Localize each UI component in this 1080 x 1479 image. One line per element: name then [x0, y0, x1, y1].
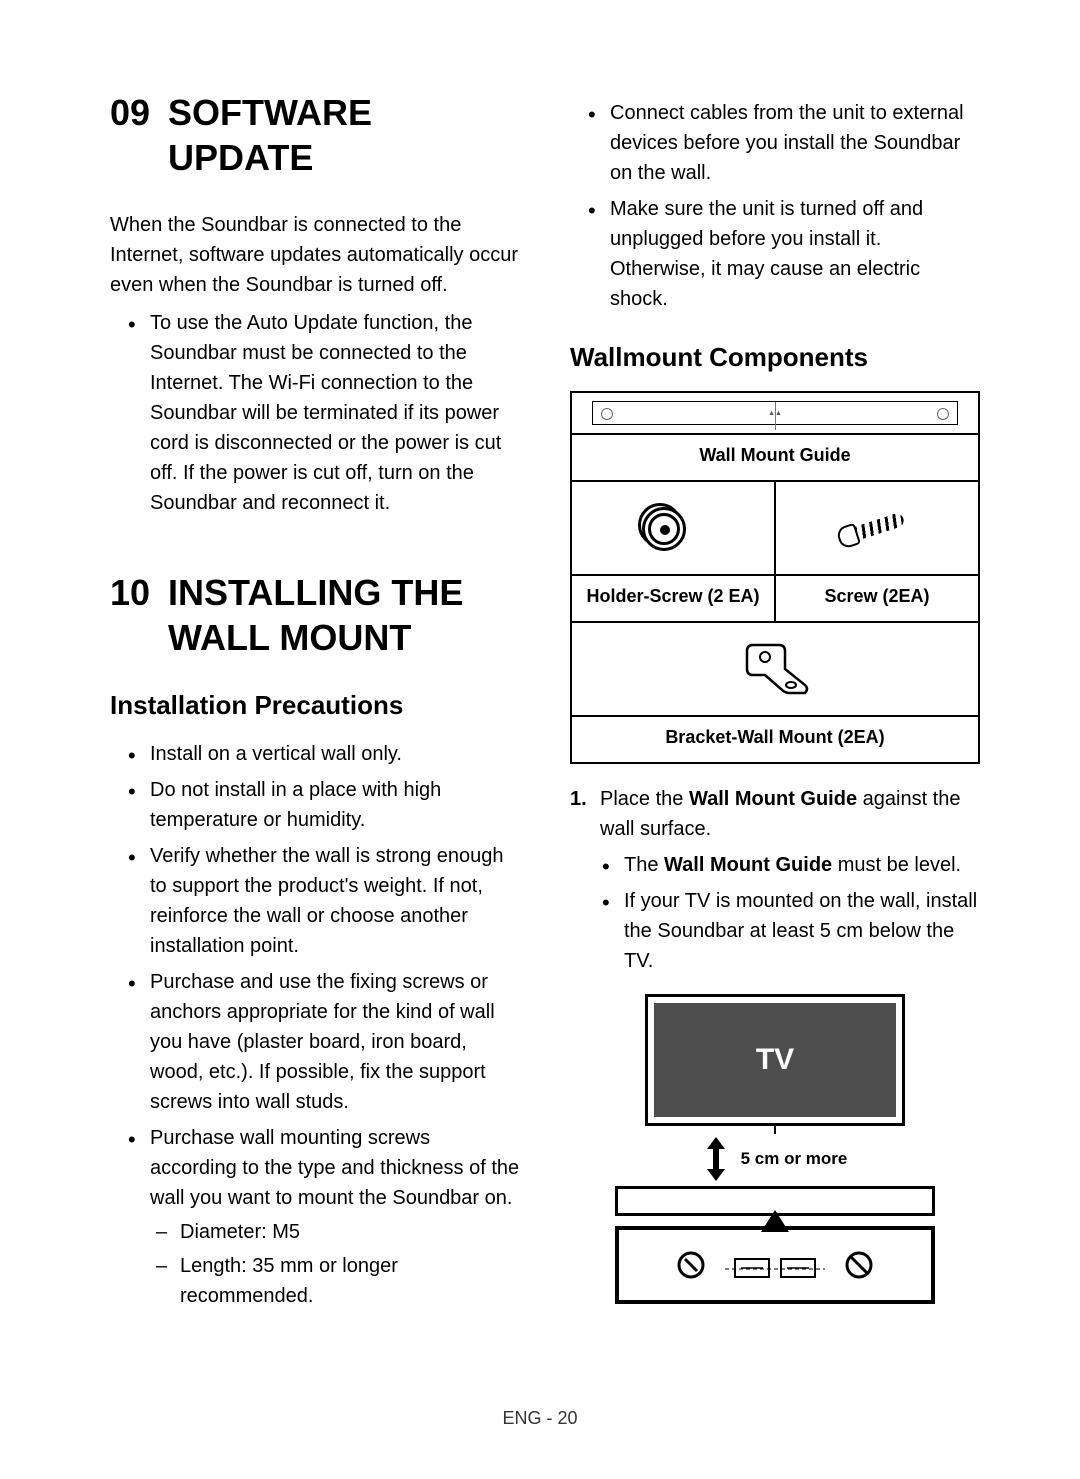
list-item: The Wall Mount Guide must be level. [624, 850, 980, 880]
section-09-number: 09 [110, 90, 150, 180]
step-1: 1. Place the Wall Mount Guide against th… [600, 784, 980, 976]
list-item: Do not install in a place with high temp… [150, 775, 520, 835]
list-item-text: Purchase wall mounting screws according … [150, 1127, 519, 1209]
list-item: Purchase and use the fixing screws or an… [150, 967, 520, 1117]
tv-icon: TV [645, 994, 905, 1126]
list-item: Install on a vertical wall only. [150, 739, 520, 769]
tv-clearance-diagram: TV 5 cm or more [615, 994, 935, 1304]
bracket-label: Bracket-Wall Mount (2EA) [571, 716, 979, 763]
list-item: Connect cables from the unit to external… [610, 98, 980, 188]
section-09-title: SOFTWARE UPDATE [168, 90, 520, 180]
step-bold: Wall Mount Guide [689, 788, 857, 810]
list-item: Make sure the unit is turned off and unp… [610, 194, 980, 314]
page-footer: ENG - 20 [0, 1408, 1080, 1429]
holder-screw-label: Holder-Screw (2 EA) [571, 575, 775, 622]
double-arrow-icon [703, 1137, 729, 1181]
holder-screw-image [571, 481, 775, 575]
section-09-bullets: To use the Auto Update function, the Sou… [110, 308, 520, 518]
section-10-heading: 10 INSTALLING THE WALL MOUNT [110, 570, 520, 660]
list-item: Length: 35 mm or longer recommended. [180, 1251, 520, 1311]
components-heading: Wallmount Components [570, 342, 980, 373]
step-text-before: Place the [600, 788, 689, 810]
list-item: If your TV is mounted on the wall, insta… [624, 886, 980, 976]
components-table: ▲▲ Wall Mount Guide [570, 391, 980, 764]
section-09-heading: 09 SOFTWARE UPDATE [110, 90, 520, 180]
screw-image [775, 481, 979, 575]
section-09-intro: When the Soundbar is connected to the In… [110, 210, 520, 300]
wall-mount-guide-label: Wall Mount Guide [571, 434, 979, 481]
precautions-list-continued: Connect cables from the unit to external… [570, 98, 980, 314]
screw-specs: Diameter: M5 Length: 35 mm or longer rec… [150, 1217, 520, 1311]
screw-label: Screw (2EA) [775, 575, 979, 622]
precautions-list: Install on a vertical wall only. Do not … [110, 739, 520, 1311]
list-item: To use the Auto Update function, the Sou… [150, 308, 520, 518]
bracket-image [571, 622, 979, 716]
tv-label: TV [654, 1003, 896, 1117]
list-item: Verify whether the wall is strong enough… [150, 841, 520, 961]
distance-label: 5 cm or more [741, 1149, 848, 1169]
step-number: 1. [570, 784, 587, 814]
wall-mount-guide-image: ▲▲ [571, 392, 979, 434]
section-10-title: INSTALLING THE WALL MOUNT [168, 570, 520, 660]
soundbar-icon [615, 1226, 935, 1304]
section-10-number: 10 [110, 570, 150, 660]
precautions-heading: Installation Precautions [110, 690, 520, 721]
list-item: Diameter: M5 [180, 1217, 520, 1247]
list-item: Purchase wall mounting screws according … [150, 1123, 520, 1311]
install-steps: 1. Place the Wall Mount Guide against th… [570, 784, 980, 976]
